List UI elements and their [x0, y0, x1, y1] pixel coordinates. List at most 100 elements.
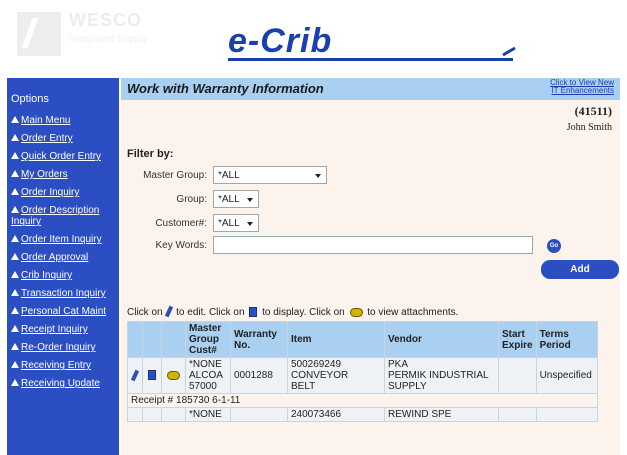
- attachment-icon[interactable]: [167, 371, 180, 380]
- go-button[interactable]: Go: [547, 239, 561, 253]
- sidebar-item-my-orders[interactable]: My Orders: [7, 167, 119, 185]
- arrow-up-icon: [11, 361, 19, 368]
- cell-item-line3: BELT: [291, 381, 316, 392]
- col-master-line2: Group: [189, 334, 219, 345]
- attach-cell[interactable]: [161, 357, 186, 394]
- arrow-up-icon: [11, 289, 19, 296]
- col-attach: [161, 321, 186, 358]
- sidebar-item-receipt-inquiry[interactable]: Receipt Inquiry: [7, 322, 119, 340]
- receipt-cell: Receipt # 185730 6-1-11: [127, 393, 598, 408]
- sidebar-item-order-entry[interactable]: Order Entry: [7, 131, 119, 149]
- receipt-row: Receipt # 185730 6-1-11: [127, 393, 598, 408]
- col-start-line1: Start: [502, 328, 525, 340]
- sidebar-item-transaction-inquiry[interactable]: Transaction Inquiry: [7, 286, 119, 304]
- cell-vendor-line1: PKA: [388, 359, 409, 370]
- enhancements-link-line2: IT Enhancements: [551, 86, 614, 95]
- warranty-table: Master Group Cust# Warranty No. Item Ven…: [127, 321, 598, 422]
- cell-master-line2: ALCOA: [189, 370, 223, 381]
- group-select[interactable]: *ALL: [213, 190, 259, 208]
- instructions-text: to display. Click on: [262, 307, 345, 318]
- sidebar-item-order-inquiry[interactable]: Order Inquiry: [7, 185, 119, 203]
- sidebar-item-main-menu[interactable]: Main Menu: [7, 113, 119, 131]
- cell-start: [498, 357, 537, 394]
- cell-vendor: REWIND SPE: [384, 407, 499, 422]
- arrow-up-icon: [11, 271, 19, 278]
- col-item: Item: [287, 321, 385, 358]
- col-master-line3: Cust#: [189, 345, 217, 356]
- customer-select[interactable]: *ALL: [213, 214, 259, 232]
- arrow-up-icon: [11, 343, 19, 350]
- group-value: *ALL: [218, 194, 240, 205]
- chevron-down-icon: [247, 222, 253, 226]
- col-master: Master Group Cust#: [185, 321, 231, 358]
- user-id: (41511): [574, 104, 612, 118]
- col-warranty-line2: No.: [234, 339, 251, 351]
- sidebar-nav: Main Menu Order Entry Quick Order Entry …: [7, 113, 119, 394]
- sidebar-item-order-item-inquiry[interactable]: Order Item Inquiry: [7, 232, 119, 250]
- instructions-text: to view attachments.: [367, 307, 459, 318]
- col-master-line1: Master: [189, 323, 222, 334]
- document-icon[interactable]: [148, 370, 156, 380]
- arrow-up-icon: [11, 134, 19, 141]
- chevron-down-icon: [247, 198, 253, 202]
- sidebar-item-label: Order Approval: [21, 252, 89, 263]
- sidebar-item-re-order-inquiry[interactable]: Re-Order Inquiry: [7, 340, 119, 358]
- arrow-up-icon: [11, 152, 19, 159]
- col-warranty-line1: Warranty: [234, 328, 277, 340]
- master-group-select[interactable]: *ALL: [213, 166, 327, 184]
- col-start-line2: Expire: [502, 339, 533, 351]
- table-header-row: Master Group Cust# Warranty No. Item Ven…: [127, 321, 598, 358]
- cell-master-line3: 57000: [189, 381, 217, 392]
- col-warranty: Warranty No.: [230, 321, 288, 358]
- col-display: [142, 321, 162, 358]
- arrow-up-icon: [11, 116, 19, 123]
- add-button[interactable]: Add: [541, 260, 619, 279]
- sidebar-item-label: Order Description Inquiry: [11, 205, 100, 227]
- sidebar-item-label: Quick Order Entry: [21, 151, 102, 162]
- sidebar-item-label: Order Entry: [21, 133, 73, 144]
- table-row: *NONE 240073466 REWIND SPE: [127, 407, 598, 422]
- table-row: *NONE ALCOA 57000 0001288 500269249 CONV…: [127, 357, 598, 394]
- edit-cell[interactable]: [127, 407, 143, 422]
- master-group-label: Master Group:: [143, 170, 207, 181]
- cell-warranty: 0001288: [230, 357, 288, 394]
- sidebar-item-label: Crib Inquiry: [21, 270, 73, 281]
- arrow-up-icon: [11, 188, 19, 195]
- cell-start: [498, 407, 537, 422]
- edit-cell[interactable]: [127, 357, 143, 394]
- sidebar-item-personal-cat-maint[interactable]: Personal Cat Maint: [7, 304, 119, 322]
- sidebar-item-receiving-update[interactable]: Receiving Update: [7, 376, 119, 394]
- sidebar-item-label: Personal Cat Maint: [21, 306, 107, 317]
- sidebar-item-receiving-entry[interactable]: Receiving Entry: [7, 358, 119, 376]
- cell-vendor-line2: PERMIK INDUSTRIAL: [388, 370, 489, 381]
- sidebar-item-label: Order Inquiry: [21, 187, 80, 198]
- instructions-text: Click on: [127, 307, 163, 318]
- arrow-up-icon: [11, 253, 19, 260]
- sidebar-item-order-approval[interactable]: Order Approval: [7, 250, 119, 268]
- col-edit: [127, 321, 143, 358]
- sidebar-item-label: Main Menu: [21, 115, 71, 126]
- cell-master-line1: *NONE: [189, 359, 222, 370]
- display-cell[interactable]: [142, 357, 162, 394]
- sidebar-item-crib-inquiry[interactable]: Crib Inquiry: [7, 268, 119, 286]
- col-terms-line1: Terms: [539, 328, 569, 340]
- pencil-icon[interactable]: [130, 369, 140, 381]
- user-name: John Smith: [566, 122, 612, 133]
- sidebar-item-label: Order Item Inquiry: [21, 234, 102, 245]
- title-swoosh: [502, 46, 516, 57]
- keywords-input[interactable]: [213, 236, 533, 254]
- cell-master: *NONE: [185, 407, 231, 422]
- enhancements-link[interactable]: Click to View New IT Enhancements: [550, 79, 614, 95]
- chevron-down-icon: [315, 174, 321, 178]
- attach-cell[interactable]: [161, 407, 186, 422]
- display-cell[interactable]: [142, 407, 162, 422]
- sidebar-item-order-description-inquiry[interactable]: Order Description Inquiry: [7, 203, 119, 232]
- sidebar-item-quick-order-entry[interactable]: Quick Order Entry: [7, 149, 119, 167]
- sidebar-item-label: My Orders: [21, 169, 68, 180]
- cell-warranty: [230, 407, 288, 422]
- cell-terms: [535, 407, 598, 422]
- sidebar-item-label: Receiving Update: [21, 378, 100, 389]
- app-title: e-Crib: [228, 22, 333, 60]
- logo-icon: [17, 12, 61, 56]
- cell-item-line1: 500269249: [291, 359, 342, 370]
